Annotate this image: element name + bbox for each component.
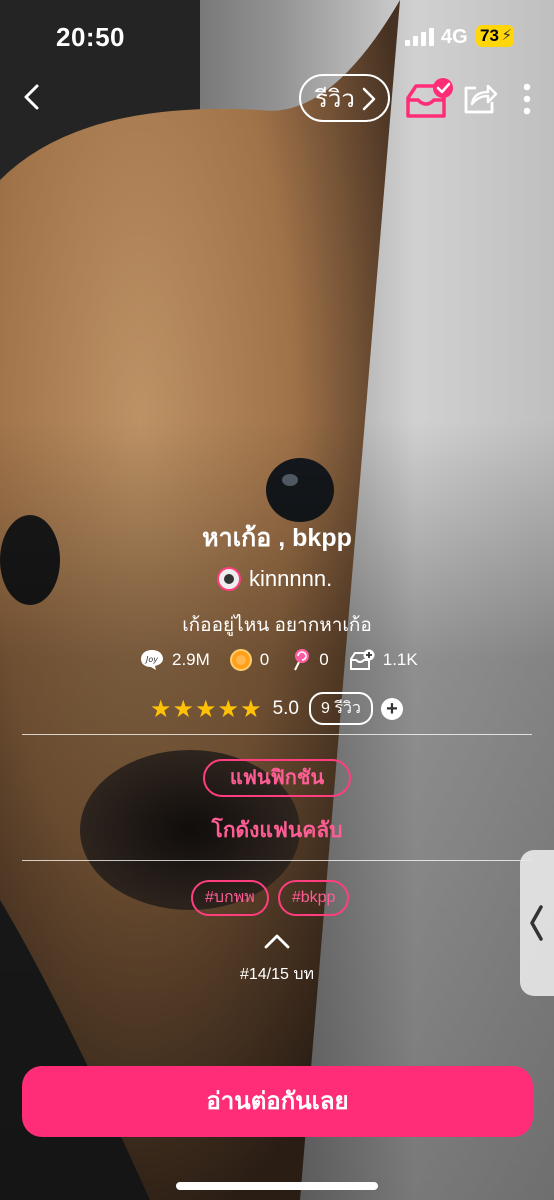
home-indicator — [176, 1182, 378, 1190]
category-badge[interactable]: แฟนฟิกชัน — [203, 759, 351, 797]
views-stat: Joy 2.9M — [140, 649, 210, 671]
review-button[interactable]: รีวิว — [299, 74, 390, 122]
battery-level: 73 — [480, 26, 499, 45]
side-panel-handle[interactable] — [520, 850, 554, 996]
network-label: 4G — [441, 26, 468, 48]
more-vertical-icon[interactable] — [520, 82, 534, 116]
signal-icon — [405, 28, 434, 46]
background-dim-overlay — [0, 0, 554, 1200]
reviews-count-button[interactable]: 9 รีวิว — [309, 692, 373, 725]
lollipop-icon — [294, 649, 310, 671]
plus-icon[interactable]: + — [380, 697, 403, 720]
avatar — [217, 567, 241, 591]
status-time: 20:50 — [56, 22, 125, 52]
tag-chip[interactable]: #บกพพ — [191, 880, 269, 916]
review-button-label: รีวิว — [315, 85, 355, 113]
joy-icon: Joy — [141, 650, 163, 670]
chevron-up-icon[interactable] — [264, 933, 290, 949]
views-count: 2.9M — [172, 650, 210, 669]
continue-reading-button[interactable]: อ่านต่อกันเลย — [22, 1066, 533, 1137]
shelf-check-icon[interactable] — [404, 78, 454, 120]
chapter-progress: #14/15 บท — [239, 966, 315, 983]
shelf-add-icon — [349, 649, 375, 670]
candies-stat: 0 — [289, 648, 329, 672]
divider — [22, 734, 532, 735]
story-title: หาเก้อ , bkpp — [202, 524, 352, 552]
share-icon[interactable] — [462, 80, 498, 116]
shelf-adds-count: 1.1K — [382, 650, 418, 669]
coins-stat: 0 — [229, 649, 270, 671]
candies-count: 0 — [319, 650, 329, 669]
story-stats: Joy 2.9M 0 0 1.1K — [140, 648, 438, 672]
back-chevron-icon[interactable] — [18, 82, 48, 112]
battery-indicator: 73 ⚡ — [476, 25, 514, 47]
story-description: เก้ออยู่ไหน อยากหาเก้อ — [182, 615, 372, 636]
author-name: kinnnnn. — [249, 566, 333, 591]
divider — [22, 860, 532, 861]
tag-list: #บกพพ #bkpp — [191, 880, 350, 916]
svg-text:Joy: Joy — [144, 655, 158, 664]
author-link[interactable]: kinnnnn. — [217, 566, 332, 592]
status-bar: 20:50 4G 73 ⚡ — [0, 0, 554, 72]
chevron-left-icon — [530, 905, 543, 941]
charging-icon: ⚡ — [501, 27, 512, 44]
shelf-adds-stat: 1.1K — [349, 649, 418, 671]
coin-icon — [229, 649, 252, 671]
subcategory-link[interactable]: โกดังแฟนคลับ — [0, 814, 554, 847]
rating-score: 5.0 — [272, 697, 299, 719]
rating-row: ★★★★★ 5.0 9 รีวิว + — [150, 692, 403, 725]
coins-count: 0 — [259, 650, 270, 669]
star-rating-icon: ★★★★★ — [150, 694, 263, 723]
tag-chip[interactable]: #bkpp — [277, 880, 350, 916]
chevron-right-icon — [362, 87, 376, 111]
